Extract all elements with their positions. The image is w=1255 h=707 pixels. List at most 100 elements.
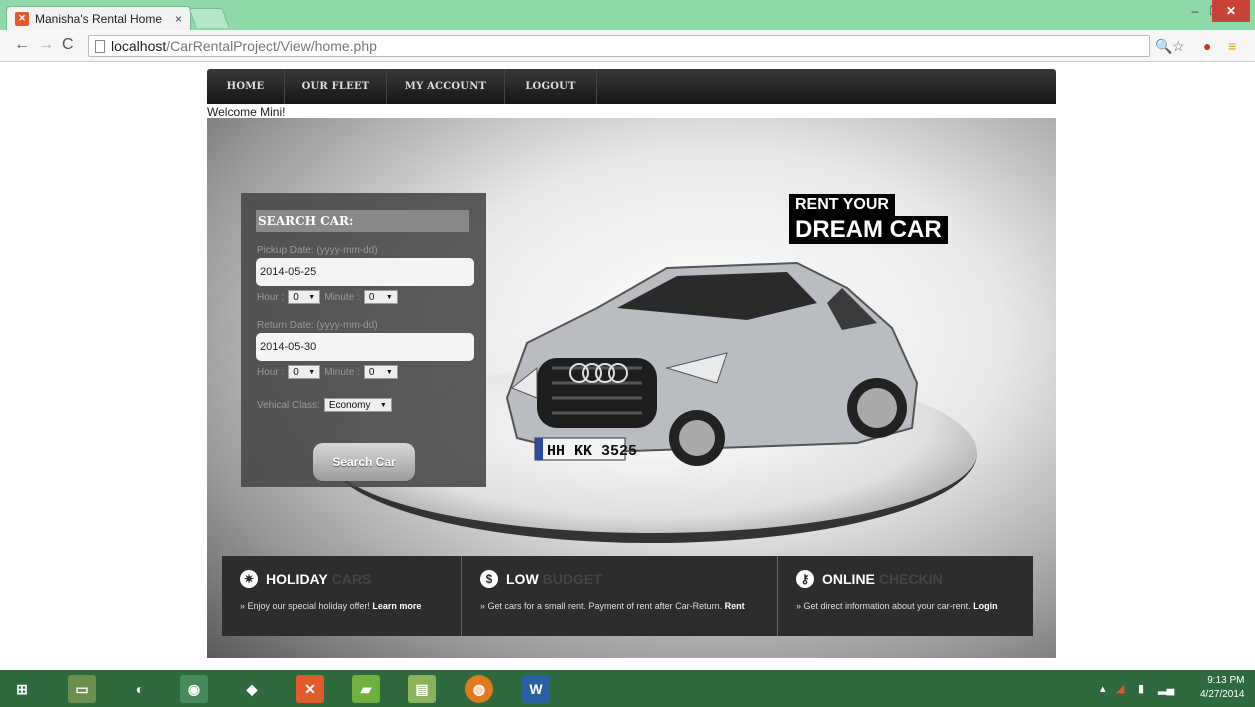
- feature-strip: ✷ HOLIDAY CARS » Enjoy our special holiday…: [222, 556, 1033, 636]
- dollar-icon: $: [480, 570, 498, 588]
- car-image: HH KK 3525: [505, 261, 919, 466]
- xampp-icon[interactable]: ✕: [296, 675, 324, 703]
- dropdown-arrow-icon: ▼: [385, 293, 393, 301]
- feature-online-checkin: ⚷ ONLINE CHECKIN » Get direct information …: [778, 556, 1033, 636]
- vehicle-class-row: Vehical Class: Economy ▼: [257, 398, 396, 412]
- virtualbox-icon[interactable]: ◆: [238, 675, 266, 703]
- pickup-date-label: Pickup Date: (yyyy-mm-dd): [257, 245, 378, 256]
- main-nav: HOME OUR FLEET MY ACCOUNT LOGOUT: [207, 69, 1056, 104]
- welcome-message: Welcome Mini!: [207, 105, 286, 119]
- vehicle-class-value: Economy: [328, 399, 371, 411]
- learn-more-link[interactable]: Learn more: [372, 601, 421, 611]
- rent-your-dream-car-tagline: RENT YOUR DREAM CAR: [789, 194, 948, 244]
- network-icon[interactable]: ▮: [1138, 682, 1144, 695]
- dropdown-arrow-icon: ▼: [379, 401, 387, 409]
- pickup-hour-label: Hour :: [257, 291, 285, 303]
- login-link[interactable]: Login: [973, 601, 998, 611]
- url-path: /CarRentalProject/View/home.php: [166, 38, 377, 54]
- url-host: localhost: [111, 38, 167, 54]
- address-bar[interactable]: localhost /CarRentalProject/View/home.ph…: [88, 35, 1150, 57]
- notepad-icon[interactable]: ▰: [352, 675, 380, 703]
- return-date-label: Return Date: (yyyy-mm-dd): [257, 320, 378, 331]
- feature-desc: » Enjoy our special holiday offer!: [240, 601, 373, 611]
- return-hour-label: Hour :: [257, 366, 285, 378]
- eclipse-icon[interactable]: ◐: [126, 675, 154, 703]
- nav-logout[interactable]: LOGOUT: [505, 69, 597, 104]
- firefox-icon[interactable]: ◍: [465, 675, 493, 703]
- signal-icon[interactable]: ▂▄: [1158, 682, 1174, 695]
- file-explorer-icon[interactable]: ▭: [68, 675, 96, 703]
- hero-banner: HH KK 3525 RENT YOUR DREAM CAR SEARCH CA…: [207, 118, 1056, 658]
- tagline-line2: DREAM CAR: [789, 216, 948, 244]
- word-icon[interactable]: W: [522, 675, 550, 703]
- dropdown-arrow-icon: ▼: [308, 368, 316, 376]
- new-tab-button[interactable]: [188, 8, 230, 28]
- feature-desc: » Get cars for a small rent. Payment of …: [480, 601, 725, 611]
- return-hour-value: 0: [293, 366, 299, 378]
- feature-title: LOW: [506, 571, 539, 587]
- rent-link[interactable]: Rent: [725, 601, 745, 611]
- extension-icon[interactable]: ●: [1203, 38, 1211, 54]
- tagline-line1: RENT YOUR: [789, 194, 895, 216]
- tab-title: Manisha's Rental Home: [35, 11, 163, 26]
- xampp-favicon-icon: ✕: [15, 11, 29, 26]
- feature-title: HOLIDAY: [266, 571, 328, 587]
- minimize-button[interactable]: –: [1184, 0, 1206, 22]
- browser-toolbar: ← → C localhost /CarRentalProject/View/h…: [0, 30, 1255, 62]
- tab-close-icon[interactable]: ×: [175, 12, 182, 26]
- feature-title: ONLINE: [822, 571, 875, 587]
- return-minute-label: Minute :: [324, 366, 360, 378]
- pickup-minute-select[interactable]: 0 ▼: [363, 290, 398, 304]
- license-plate: HH KK 3525: [547, 443, 637, 460]
- pickup-minute-value: 0: [368, 291, 375, 303]
- pickup-hour-value: 0: [293, 291, 299, 303]
- search-car-button[interactable]: Search Car: [313, 443, 415, 481]
- back-icon[interactable]: ←: [14, 36, 30, 54]
- nav-our-fleet[interactable]: OUR FLEET: [285, 69, 387, 104]
- tray-expand-icon[interactable]: ▴: [1100, 682, 1106, 695]
- return-minute-select[interactable]: 0 ▼: [363, 365, 398, 379]
- editor-icon[interactable]: ▤: [408, 675, 436, 703]
- zoom-icon[interactable]: 🔍: [1155, 38, 1172, 55]
- close-window-button[interactable]: ✕: [1212, 0, 1250, 22]
- return-hour-select[interactable]: 0 ▼: [288, 365, 321, 379]
- chrome-icon[interactable]: ◉: [180, 675, 208, 703]
- page-icon: [95, 39, 105, 53]
- feature-title-accent: CARS: [331, 571, 372, 587]
- return-minute-value: 0: [368, 366, 375, 378]
- pickup-time-row: Hour : 0 ▼ Minute : 0 ▼: [257, 290, 402, 304]
- vehicle-class-select[interactable]: Economy ▼: [323, 398, 392, 412]
- start-button-icon[interactable]: ⊞: [8, 675, 36, 703]
- key-icon: ⚷: [796, 570, 814, 588]
- clock-time: 9:13 PM: [1207, 675, 1245, 686]
- system-clock[interactable]: 9:13 PM 4/27/2014: [1200, 674, 1245, 702]
- dropdown-arrow-icon: ▼: [385, 368, 393, 376]
- feature-low-budget: $ LOW BUDGET » Get cars for a small rent. …: [462, 556, 778, 636]
- return-time-row: Hour : 0 ▼ Minute : 0 ▼: [257, 365, 402, 379]
- dropdown-arrow-icon: ▼: [308, 293, 316, 301]
- bookmark-star-icon[interactable]: ☆: [1172, 38, 1185, 55]
- pickup-minute-label: Minute :: [324, 291, 360, 303]
- menu-icon[interactable]: ≡: [1228, 38, 1236, 54]
- nav-home[interactable]: HOME: [207, 69, 285, 104]
- feature-title-accent: BUDGET: [542, 571, 602, 587]
- clock-date: 4/27/2014: [1200, 689, 1245, 700]
- reload-icon[interactable]: C: [62, 36, 74, 54]
- search-heading: SEARCH CAR:: [256, 210, 469, 232]
- vehicle-class-label: Vehical Class:: [257, 399, 320, 411]
- windows-taskbar: ⊞ ▭ ◐ ◉ ◆ ✕ ▰ ▤ ◍ W ▴ ◢ ▮ ▂▄ 9:13 PM 4/2…: [0, 670, 1255, 707]
- feature-holiday-cars: ✷ HOLIDAY CARS » Enjoy our special holiday…: [222, 556, 462, 636]
- pickup-hour-select[interactable]: 0 ▼: [288, 290, 321, 304]
- web-page: HOME OUR FLEET MY ACCOUNT LOGOUT Welcome…: [0, 62, 1255, 670]
- search-car-panel: SEARCH CAR: Pickup Date: (yyyy-mm-dd) 20…: [241, 193, 486, 487]
- pickup-date-input[interactable]: 2014-05-25: [256, 258, 474, 286]
- browser-tab-strip: ✕ Manisha's Rental Home × – ❐ ✕: [0, 0, 1255, 30]
- nav-my-account[interactable]: MY ACCOUNT: [387, 69, 505, 104]
- forward-icon[interactable]: →: [38, 36, 54, 54]
- feature-title-accent: CHECKIN: [878, 571, 943, 587]
- feature-desc: » Get direct information about your car-…: [796, 601, 974, 611]
- volume-icon[interactable]: ◢: [1116, 682, 1124, 695]
- browser-tab[interactable]: ✕ Manisha's Rental Home ×: [6, 6, 191, 30]
- return-date-input[interactable]: 2014-05-30: [256, 333, 474, 361]
- sunburst-icon: ✷: [240, 570, 258, 588]
